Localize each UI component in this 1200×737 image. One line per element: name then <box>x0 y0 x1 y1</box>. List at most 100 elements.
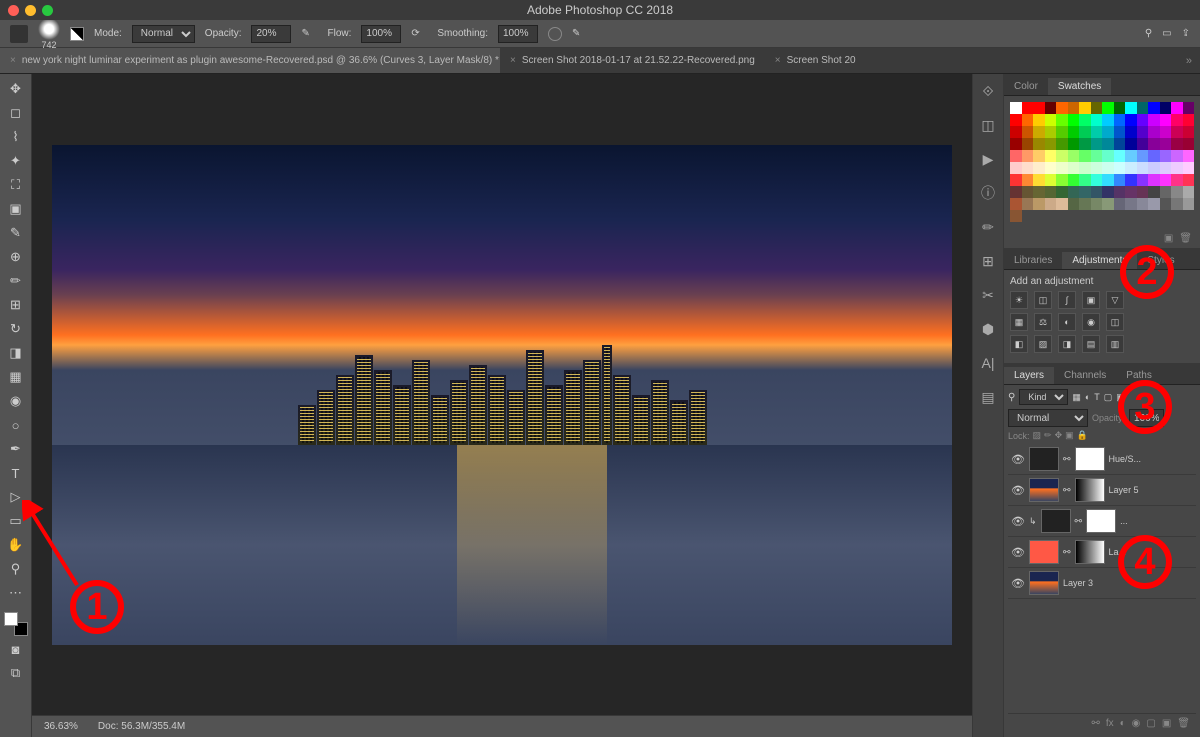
swatch[interactable] <box>1137 102 1149 114</box>
layer-opacity-input[interactable] <box>1129 409 1164 427</box>
swatch[interactable] <box>1148 162 1160 174</box>
swatch[interactable] <box>1114 198 1126 210</box>
info-panel-icon[interactable]: ⓘ <box>979 184 997 202</box>
swatch[interactable] <box>1079 114 1091 126</box>
swatch[interactable] <box>1079 198 1091 210</box>
foreground-color[interactable] <box>4 612 18 626</box>
wand-tool[interactable]: ✦ <box>4 150 28 172</box>
swatch[interactable] <box>1102 198 1114 210</box>
swatch[interactable] <box>1114 210 1126 222</box>
swatch[interactable] <box>1045 198 1057 210</box>
layer-row[interactable]: 👁⚯La... <box>1008 537 1196 568</box>
history-panel-icon[interactable]: ⟐ <box>979 82 997 100</box>
swatch[interactable] <box>1114 162 1126 174</box>
new-layer-icon[interactable]: ▣ <box>1162 718 1171 729</box>
lock-position-icon[interactable]: ✥ <box>1055 430 1063 441</box>
delete-layer-icon[interactable]: 🗑 <box>1177 718 1190 729</box>
swatch[interactable] <box>1114 126 1126 138</box>
filter-type-icon[interactable]: T <box>1094 392 1100 402</box>
swatch[interactable] <box>1171 162 1183 174</box>
swatch[interactable] <box>1160 162 1172 174</box>
swatch[interactable] <box>1183 162 1195 174</box>
swatch[interactable] <box>1160 210 1172 222</box>
swatch[interactable] <box>1091 198 1103 210</box>
swatch[interactable] <box>1068 126 1080 138</box>
swatch[interactable] <box>1125 210 1137 222</box>
swatch[interactable] <box>1045 138 1057 150</box>
swatch[interactable] <box>1056 102 1068 114</box>
swatch[interactable] <box>1137 150 1149 162</box>
swatch[interactable] <box>1079 150 1091 162</box>
airbrush-icon[interactable]: ⟳ <box>411 28 427 40</box>
gradient-adj-icon[interactable]: ▤ <box>1082 335 1100 353</box>
swatch[interactable] <box>1079 210 1091 222</box>
swatch[interactable] <box>1125 174 1137 186</box>
heal-tool[interactable]: ⊕ <box>4 246 28 268</box>
visibility-icon[interactable]: 👁 <box>1011 484 1025 497</box>
swatch[interactable] <box>1183 126 1195 138</box>
swatch[interactable] <box>1091 210 1103 222</box>
swatch[interactable] <box>1068 114 1080 126</box>
swatch[interactable] <box>1022 162 1034 174</box>
clone-tool[interactable]: ⊞ <box>4 294 28 316</box>
channelmixer-adj-icon[interactable]: ◫ <box>1106 313 1124 331</box>
bw-adj-icon[interactable]: ◐ <box>1058 313 1076 331</box>
zoom-tool[interactable]: ⚲ <box>4 558 28 580</box>
swatch[interactable] <box>1137 138 1149 150</box>
rectangle-tool[interactable]: ▭ <box>4 510 28 532</box>
swatch[interactable] <box>1148 198 1160 210</box>
hand-tool[interactable]: ✋ <box>4 534 28 556</box>
swatch[interactable] <box>1056 198 1068 210</box>
swatch[interactable] <box>1148 138 1160 150</box>
layer-mask-thumb[interactable] <box>1075 478 1105 502</box>
swatch[interactable] <box>1079 138 1091 150</box>
swatch[interactable] <box>1137 186 1149 198</box>
tool-presets-icon[interactable]: ✂ <box>979 286 997 304</box>
pressure-size-icon[interactable]: ✎ <box>572 28 580 39</box>
link-icon[interactable]: ⚯ <box>1063 454 1071 465</box>
swatch[interactable] <box>1091 162 1103 174</box>
swatch[interactable] <box>1125 138 1137 150</box>
lock-transparency-icon[interactable]: ▨ <box>1033 430 1042 441</box>
swatch[interactable] <box>1022 186 1034 198</box>
swatch[interactable] <box>1125 114 1137 126</box>
visibility-icon[interactable]: 👁 <box>1011 546 1025 559</box>
swatch[interactable] <box>1171 210 1183 222</box>
swatch[interactable] <box>1148 186 1160 198</box>
swatch[interactable] <box>1033 186 1045 198</box>
swatch[interactable] <box>1045 162 1057 174</box>
swatch[interactable] <box>1010 114 1022 126</box>
more-tools-icon[interactable]: ⋯ <box>4 582 28 604</box>
swatch[interactable] <box>1160 102 1172 114</box>
close-tab-icon[interactable]: × <box>10 55 16 66</box>
mask-icon[interactable]: ◐ <box>1120 718 1126 729</box>
swatch[interactable] <box>1010 102 1022 114</box>
clone-panel-icon[interactable]: ⊞ <box>979 252 997 270</box>
zoom-level[interactable]: 36.63% <box>44 721 78 732</box>
swatch[interactable] <box>1183 138 1195 150</box>
layer-name[interactable]: La... <box>1109 547 1193 557</box>
layer-row[interactable]: 👁⚯Layer 5 <box>1008 475 1196 506</box>
brush-tool[interactable]: ✏ <box>4 270 28 292</box>
swatch[interactable] <box>1056 162 1068 174</box>
visibility-icon[interactable]: 👁 <box>1011 515 1025 528</box>
swatch[interactable] <box>1114 174 1126 186</box>
filter-adj-icon[interactable]: ◐ <box>1085 392 1090 402</box>
swatch[interactable] <box>1125 150 1137 162</box>
swatch[interactable] <box>1171 126 1183 138</box>
swatch[interactable] <box>1171 138 1183 150</box>
swatch[interactable] <box>1079 126 1091 138</box>
colorbalance-adj-icon[interactable]: ⚖ <box>1034 313 1052 331</box>
flow-input[interactable] <box>361 25 401 43</box>
swatch[interactable] <box>1033 114 1045 126</box>
swatch[interactable] <box>1033 210 1045 222</box>
layer-thumb[interactable] <box>1029 571 1059 595</box>
swatch[interactable] <box>1091 186 1103 198</box>
layer-filter-select[interactable]: Kind <box>1019 389 1068 405</box>
swatch[interactable] <box>1137 126 1149 138</box>
swatch[interactable] <box>1125 162 1137 174</box>
document-canvas[interactable] <box>52 145 952 645</box>
swatch[interactable] <box>1148 126 1160 138</box>
workspace-icon[interactable]: ▭ <box>1162 28 1171 39</box>
layer-mask-thumb[interactable] <box>1075 540 1105 564</box>
